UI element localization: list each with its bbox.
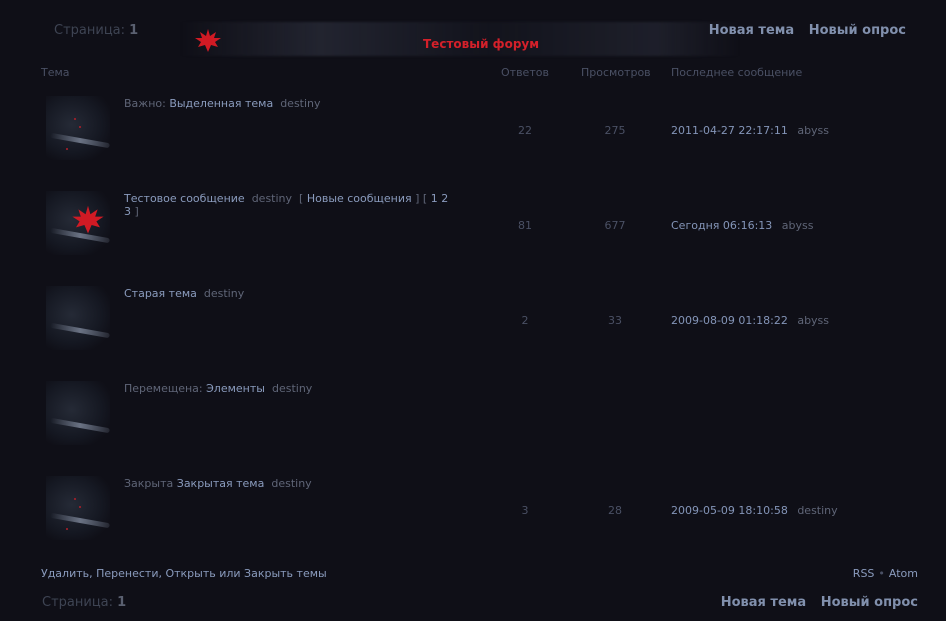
top-bar: Страница: 1 Тестовый форум Новая тема Но… [0, 0, 946, 60]
topic-cell: Перемещена: Элементы destiny [124, 382, 469, 395]
topic-author: destiny [271, 382, 313, 395]
topic-title-link[interactable]: Тестовое сообщение [124, 192, 245, 205]
topic-replies: 22 [518, 124, 532, 137]
topic-title-link[interactable]: Выделенная тема [169, 97, 273, 110]
topic-cell: Тестовое сообщение destiny [ Новые сообщ… [124, 192, 449, 218]
topic-prefix: Важно: [124, 97, 166, 110]
topic-views: 33 [608, 314, 622, 327]
topic-title-link[interactable]: Закрытая тема [177, 477, 265, 490]
rss-link[interactable]: RSS [853, 567, 875, 580]
last-post-user: abyss [797, 314, 830, 327]
topic-row: Важно: Выделенная тема destiny 22 275 20… [0, 90, 946, 185]
normal-topic-icon [46, 286, 110, 350]
topic-row: Закрыта Закрытая тема destiny 3 28 2009-… [0, 470, 946, 565]
topic-title-link[interactable]: Старая тема [124, 287, 197, 300]
topic-row: Старая тема destiny 2 33 2009-08-09 01:1… [0, 280, 946, 375]
topic-replies: 2 [521, 314, 529, 327]
topic-views: 28 [608, 504, 622, 517]
pagination-current: 1 [129, 23, 139, 38]
topic-prefix: Перемещена: [124, 382, 203, 395]
new-posts-link[interactable]: Новые сообщения [307, 192, 412, 205]
closed-topic-icon [46, 476, 110, 540]
page-link[interactable]: 2 [441, 192, 448, 205]
pagination-label: Страница: [42, 595, 114, 610]
topic-author: destiny [251, 192, 293, 205]
new-poll-button[interactable]: Новый опрос [809, 23, 906, 38]
bottom-actions: Новая тема Новый опрос [711, 595, 918, 610]
topic-last-post: Сегодня 06:16:13 abyss [671, 219, 813, 232]
bottom-pagination: Страница: 1 [42, 595, 126, 610]
last-post-date-link[interactable]: Сегодня 06:16:13 [671, 219, 772, 232]
maple-leaf-icon [195, 29, 221, 52]
sticky-topic-icon [46, 96, 110, 160]
atom-link[interactable]: Atom [889, 567, 918, 580]
topic-replies: 3 [521, 504, 529, 517]
topic-views: 677 [604, 219, 626, 232]
new-topic-button[interactable]: Новая тема [721, 595, 806, 610]
topic-row: Тестовое сообщение destiny [ Новые сообщ… [0, 185, 946, 280]
topic-cell: Закрыта Закрытая тема destiny [124, 477, 469, 490]
topic-title-link[interactable]: Элементы [206, 382, 265, 395]
top-pagination: Страница: 1 [54, 23, 138, 38]
forum-title[interactable]: Тестовый форум [423, 37, 539, 51]
new-posts-leaf-icon [46, 191, 110, 255]
last-post-user: destiny [797, 504, 838, 517]
column-header-replies: Ответов [501, 66, 549, 79]
page-link[interactable]: 1 [431, 192, 438, 205]
last-post-date-link[interactable]: 2009-08-09 01:18:22 [671, 314, 788, 327]
last-post-date-link[interactable]: 2011-04-27 22:17:11 [671, 124, 788, 137]
feed-separator: • [878, 567, 885, 580]
top-actions: Новая тема Новый опрос [699, 23, 906, 38]
last-post-user: abyss [781, 219, 814, 232]
pagination-current: 1 [117, 595, 127, 610]
topic-row: Перемещена: Элементы destiny [0, 375, 946, 470]
topic-last-post: 2009-08-09 01:18:22 abyss [671, 314, 829, 327]
topic-author: destiny [203, 287, 245, 300]
topic-prefix: Закрыта [124, 477, 174, 490]
topic-cell: Важно: Выделенная тема destiny [124, 97, 469, 110]
feed-links: RSS • Atom [853, 567, 918, 580]
page-link[interactable]: 3 [124, 205, 131, 218]
topic-last-post: 2009-05-09 18:10:58 destiny [671, 504, 838, 517]
new-poll-button[interactable]: Новый опрос [821, 595, 918, 610]
topic-last-post: 2011-04-27 22:17:11 abyss [671, 124, 829, 137]
column-header-last-post: Последнее сообщение [671, 66, 803, 79]
moderation-links[interactable]: Удалить, Перенести, Открыть или Закрыть … [41, 567, 327, 580]
moved-topic-icon [46, 381, 110, 445]
pagination-label: Страница: [54, 23, 126, 38]
column-header-topic: Тема [41, 66, 70, 79]
column-header-views: Просмотров [581, 66, 651, 79]
topic-cell: Старая тема destiny [124, 287, 469, 300]
new-topic-button[interactable]: Новая тема [709, 23, 794, 38]
topic-author: destiny [271, 477, 312, 490]
last-post-date-link[interactable]: 2009-05-09 18:10:58 [671, 504, 788, 517]
topic-replies: 81 [518, 219, 532, 232]
topic-author: destiny [280, 97, 321, 110]
last-post-user: abyss [797, 124, 830, 137]
topic-views: 275 [604, 124, 626, 137]
